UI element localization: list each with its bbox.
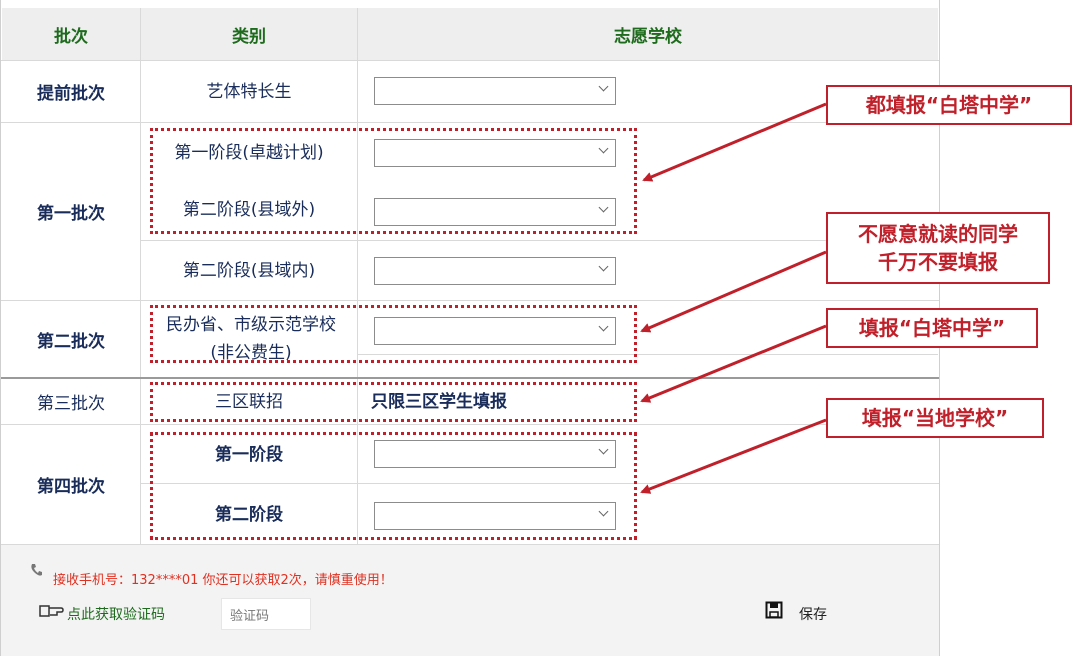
callout-do-not-fill: 不愿意就读的同学 千万不要填报 [826,212,1050,284]
callout-fill-baita: 都填报“白塔中学” [826,85,1072,125]
callout-fill-baita-second: 填报“白塔中学” [826,308,1038,348]
callout-do-not-fill-line2: 千万不要填报 [878,250,998,274]
arrow-to-first-batch [642,102,827,182]
callout-fill-local: 填报“当地学校” [826,398,1044,438]
arrow-to-fourth-batch [640,418,827,494]
arrow-to-second-batch [640,250,827,333]
arrow-to-third-batch [640,324,827,403]
callout-do-not-fill-line1: 不愿意就读的同学 [858,222,1018,246]
